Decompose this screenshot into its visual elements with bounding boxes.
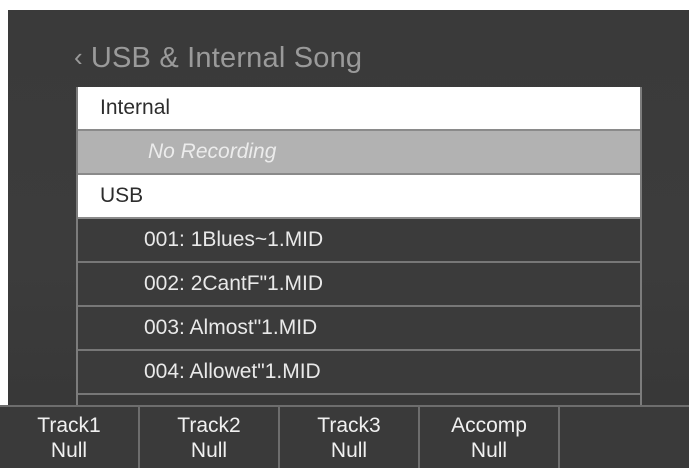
file-name: 003: Almost"1.MID bbox=[144, 316, 318, 339]
file-name: 004: Allowet"1.MID bbox=[144, 360, 321, 383]
softkey-value: Null bbox=[470, 438, 508, 462]
softkey-label: Accomp bbox=[451, 413, 527, 437]
chevron-left-icon[interactable]: ‹ bbox=[74, 42, 83, 73]
song-list: Internal No Recording USB 001: 1Blues~1.… bbox=[76, 87, 642, 407]
list-item[interactable]: 003: Almost"1.MID bbox=[78, 307, 640, 351]
softkey-track1[interactable]: Track1 Null bbox=[0, 407, 140, 468]
softkey-track3[interactable]: Track3 Null bbox=[280, 407, 420, 468]
softkey-value: Null bbox=[50, 438, 88, 462]
softkey-track2[interactable]: Track2 Null bbox=[140, 407, 280, 468]
section-header-internal: Internal bbox=[78, 87, 640, 131]
softkey-bar: Track1 Null Track2 Null Track3 Null Acco… bbox=[0, 405, 689, 468]
list-item[interactable]: 002: 2CantF"1.MID bbox=[78, 263, 640, 307]
list-item[interactable]: 001: 1Blues~1.MID bbox=[78, 219, 640, 263]
list-item-no-recording[interactable]: No Recording bbox=[78, 131, 640, 175]
section-label: USB bbox=[100, 184, 144, 207]
softkey-value: Null bbox=[190, 438, 228, 462]
list-item[interactable]: 004: Allowet"1.MID bbox=[78, 351, 640, 395]
page-header[interactable]: ‹ USB & Internal Song bbox=[74, 38, 362, 78]
section-label: Internal bbox=[100, 96, 171, 119]
empty-message: No Recording bbox=[148, 140, 277, 163]
file-name: 002: 2CantF"1.MID bbox=[144, 272, 324, 295]
softkey-label: Track1 bbox=[37, 413, 101, 437]
file-name: 001: 1Blues~1.MID bbox=[144, 228, 324, 251]
page-title: USB & Internal Song bbox=[90, 41, 363, 74]
softkey-label: Track3 bbox=[317, 413, 381, 437]
softkey-value: Null bbox=[330, 438, 368, 462]
section-header-usb: USB bbox=[78, 175, 640, 219]
softkey-empty[interactable] bbox=[560, 407, 689, 468]
display-screen: ‹ USB & Internal Song Internal No Record… bbox=[8, 10, 689, 468]
softkey-accomp[interactable]: Accomp Null bbox=[420, 407, 560, 468]
softkey-label: Track2 bbox=[177, 413, 241, 437]
